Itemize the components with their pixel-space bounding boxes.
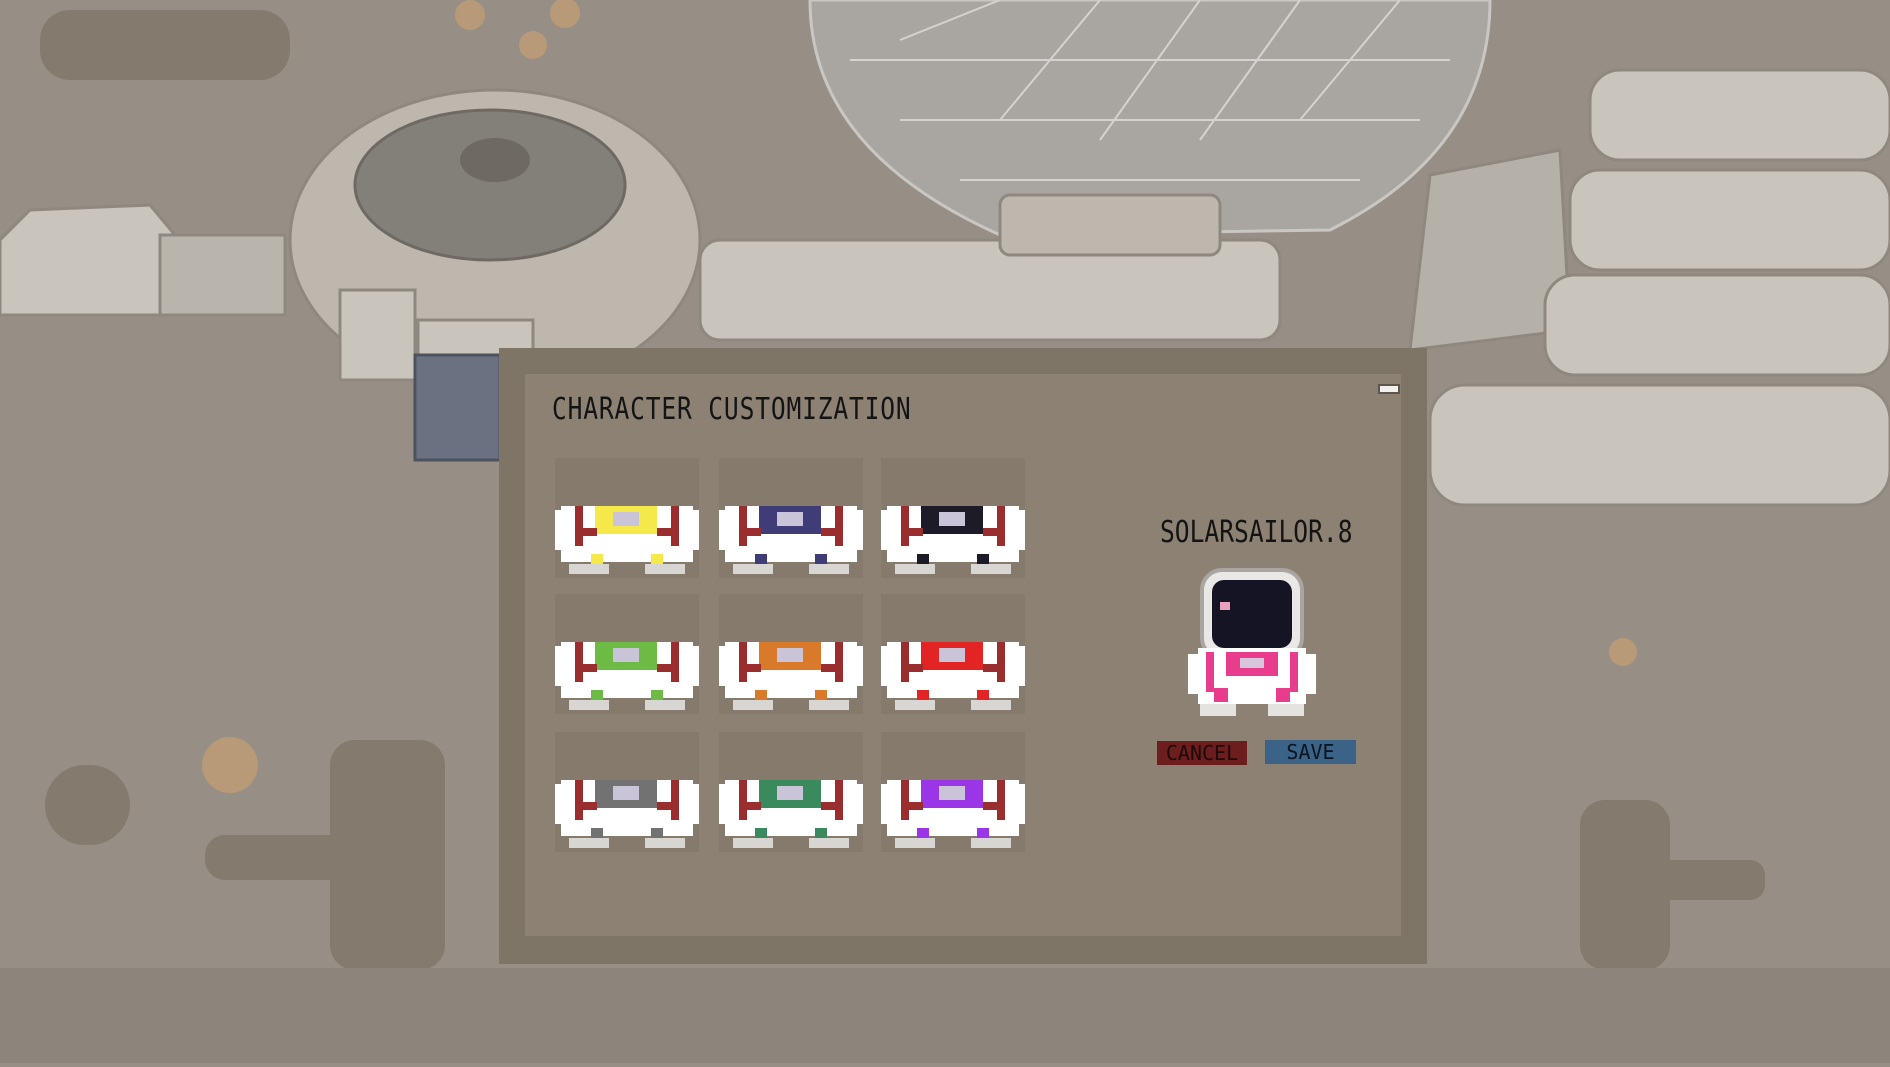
ground-strip [0, 968, 1890, 1063]
suit-red-icon [881, 642, 1025, 710]
suit-black-icon [881, 506, 1025, 574]
suit-green-icon [555, 642, 699, 710]
suit-option-red[interactable] [881, 594, 1025, 714]
astronaut-preview-icon [1188, 568, 1316, 716]
minimize-icon[interactable] [1378, 384, 1400, 394]
dialog-title: CHARACTER CUSTOMIZATION [552, 392, 912, 427]
cancel-button[interactable]: CANCEL [1157, 741, 1247, 765]
suit-option-yellow[interactable] [555, 458, 699, 578]
suit-option-green[interactable] [555, 594, 699, 714]
suit-gray-icon [555, 780, 699, 848]
suit-option-navy[interactable] [719, 458, 863, 578]
suit-option-black[interactable] [881, 458, 1025, 578]
suit-option-purple[interactable] [881, 732, 1025, 852]
suit-purple-icon [881, 780, 1025, 848]
suit-teal-icon [719, 780, 863, 848]
username-label: SOLARSAILOR.8 [1160, 515, 1353, 550]
save-button[interactable]: SAVE [1265, 740, 1356, 764]
suit-option-orange[interactable] [719, 594, 863, 714]
astronaut-preview [1180, 556, 1325, 725]
suit-option-teal[interactable] [719, 732, 863, 852]
suit-yellow-icon [555, 506, 699, 574]
suit-orange-icon [719, 642, 863, 710]
suit-navy-icon [719, 506, 863, 574]
suit-option-gray[interactable] [555, 732, 699, 852]
